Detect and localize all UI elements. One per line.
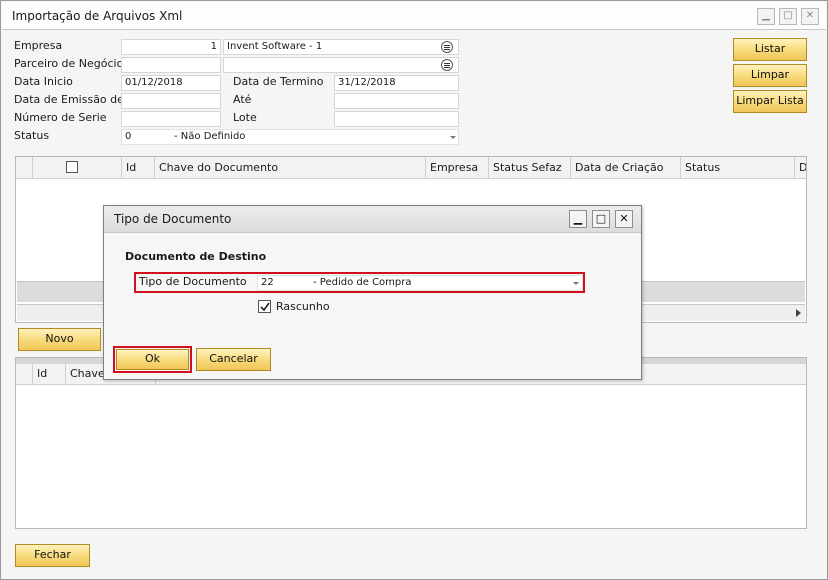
dialog-minimize-button[interactable]: ▁ <box>569 210 587 228</box>
novo-button[interactable]: Novo <box>18 328 101 351</box>
select-all-checkbox[interactable] <box>66 161 78 173</box>
data-inicio-label: Data Inicio <box>14 75 73 88</box>
dialog-title: Tipo de Documento <box>114 212 232 226</box>
close-button[interactable]: ✕ <box>801 8 819 25</box>
status-code: 0 <box>125 131 132 142</box>
ate-label: Até <box>233 93 252 106</box>
limpar-lista-button[interactable]: Limpar Lista <box>733 90 807 113</box>
data-emissao-label: Data de Emissão de <box>14 93 124 106</box>
cancelar-button[interactable]: Cancelar <box>196 348 271 371</box>
col-chave-documento[interactable]: Chave do Documento <box>155 157 426 179</box>
data-termino-field[interactable]: 31/12/2018 <box>334 75 459 91</box>
col-empresa[interactable]: Empresa <box>426 157 489 179</box>
data-inicio-field[interactable]: 01/12/2018 <box>121 75 221 91</box>
tipo-documento-description: - Pedido de Compra <box>313 277 412 288</box>
row-selector-header <box>16 364 33 385</box>
select-all-column[interactable] <box>33 157 122 179</box>
ok-button[interactable]: Ok <box>116 349 189 370</box>
col-id[interactable]: Id <box>122 157 155 179</box>
chevron-down-icon <box>450 136 456 139</box>
numero-serie-label: Número de Serie <box>14 111 107 124</box>
title-separator <box>2 29 826 30</box>
tipo-documento-label: Tipo de Documento <box>139 275 247 288</box>
col-data-criacao[interactable]: Data de Criação <box>571 157 681 179</box>
data-emissao-field[interactable] <box>121 93 221 109</box>
minimize-button[interactable]: ▁ <box>757 8 775 25</box>
empresa-label: Empresa <box>14 39 63 52</box>
dialog-title-bar: Tipo de Documento ▁ □ ✕ <box>104 206 641 233</box>
numero-serie-field[interactable] <box>121 111 221 127</box>
dialog-maximize-button[interactable]: □ <box>592 210 610 228</box>
lote-field[interactable] <box>334 111 459 127</box>
col-id[interactable]: Id <box>33 364 66 385</box>
status-select[interactable]: 0 - Não Definido <box>121 129 459 145</box>
ate-field[interactable] <box>334 93 459 109</box>
checkmark-icon <box>260 302 270 312</box>
col-status-sefaz[interactable]: Status Sefaz <box>489 157 571 179</box>
tipo-documento-select[interactable]: 22 - Pedido de Compra <box>257 275 583 291</box>
empresa-name-field[interactable]: Invent Software - 1 <box>223 39 459 55</box>
documents-grid-header: Id Chave do Documento Empresa Status Sef… <box>16 157 806 179</box>
parceiro-name-field[interactable] <box>223 57 459 73</box>
fechar-button[interactable]: Fechar <box>15 544 90 567</box>
parceiro-label: Parceiro de Negócios <box>14 57 130 70</box>
empresa-code-field[interactable]: 1 <box>121 39 221 55</box>
row-selector-header <box>16 157 33 179</box>
dialog-close-button[interactable]: ✕ <box>615 210 633 228</box>
title-bar: Importação de Arquivos Xml ▁ □ ✕ <box>2 2 826 29</box>
scroll-right-icon[interactable] <box>796 309 801 317</box>
maximize-button[interactable]: □ <box>779 8 797 25</box>
limpar-filtros-button[interactable]: Limpar Filtros <box>733 64 807 101</box>
window-title: Importação de Arquivos Xml <box>12 9 183 23</box>
choose-from-list-icon[interactable] <box>441 41 453 53</box>
status-description: - Não Definido <box>174 131 246 142</box>
col-documento[interactable]: Docu <box>795 157 806 179</box>
chevron-down-icon <box>573 282 579 285</box>
status-label: Status <box>14 129 50 142</box>
tipo-documento-code: 22 <box>261 277 274 288</box>
rascunho-checkbox[interactable] <box>258 300 271 313</box>
items-grid: Id Chave <box>15 357 807 529</box>
data-termino-label: Data de Termino <box>233 75 324 88</box>
tipo-documento-dialog: Tipo de Documento ▁ □ ✕ Documento de Des… <box>103 205 642 380</box>
section-title: Documento de Destino <box>125 250 267 263</box>
parceiro-code-field[interactable] <box>121 57 221 73</box>
listar-button[interactable]: Listar <box>733 38 807 61</box>
lote-label: Lote <box>233 111 257 124</box>
rascunho-label: Rascunho <box>276 300 330 313</box>
col-status[interactable]: Status <box>681 157 795 179</box>
choose-from-list-icon[interactable] <box>441 59 453 71</box>
